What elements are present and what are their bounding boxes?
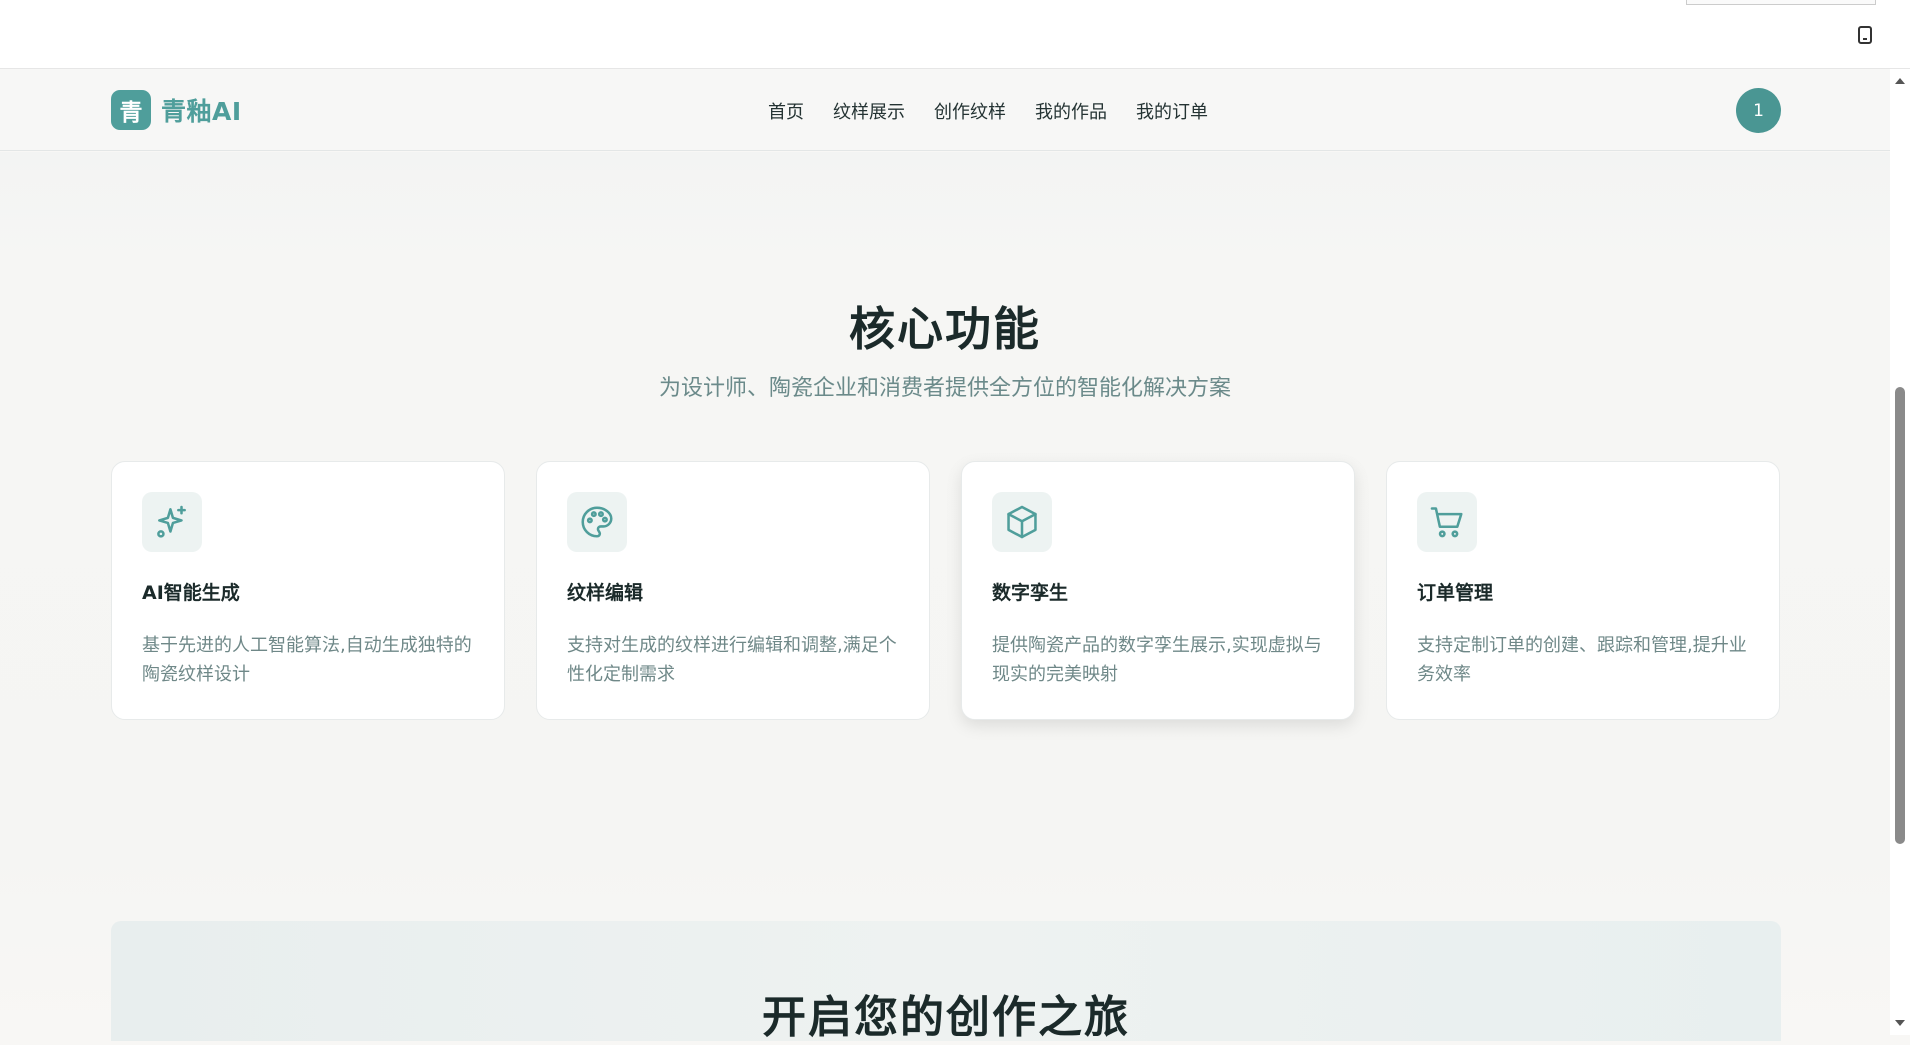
feature-card-title: 订单管理	[1417, 582, 1494, 604]
browser-top-bar	[0, 0, 1910, 69]
nav-item-pattern-gallery[interactable]: 纹样展示	[833, 98, 905, 124]
feature-cards: AI智能生成 基于先进的人工智能算法,自动生成独特的陶瓷纹样设计 纹样编辑 支持…	[111, 461, 1780, 720]
cube-icon	[992, 492, 1052, 552]
user-avatar[interactable]: 1	[1736, 88, 1781, 133]
feature-card-digital-twin[interactable]: 数字孪生 提供陶瓷产品的数字孪生展示,实现虚拟与现实的完美映射	[961, 461, 1355, 720]
feature-card-desc: 支持对生成的纹样进行编辑和调整,满足个性化定制需求	[567, 635, 897, 685]
feature-card-title: AI智能生成	[142, 582, 240, 604]
scroll-down-arrow-icon[interactable]	[1895, 1020, 1905, 1026]
site-header: 青 青釉AI 首页 纹样展示 创作纹样 我的作品 我的订单 1	[0, 69, 1890, 151]
logo-text: 青釉AI	[161, 97, 242, 126]
cta-banner: 开启您的创作之旅	[111, 921, 1781, 1043]
nav-item-my-orders[interactable]: 我的订单	[1136, 98, 1208, 124]
feature-card-title: 纹样编辑	[567, 582, 644, 604]
feature-card-desc: 支持定制订单的创建、跟踪和管理,提升业务效率	[1417, 635, 1747, 685]
features-subtitle: 为设计师、陶瓷企业和消费者提供全方位的智能化解决方案	[658, 376, 1231, 401]
logo-mark-icon: 青	[111, 90, 151, 130]
feature-card-desc: 基于先进的人工智能算法,自动生成独特的陶瓷纹样设计	[142, 635, 472, 685]
scrollbar-thumb[interactable]	[1895, 387, 1905, 844]
main-content: 核心功能 为设计师、陶瓷企业和消费者提供全方位的智能化解决方案 AI智能生成 基…	[0, 152, 1890, 1043]
feature-card-pattern-edit[interactable]: 纹样编辑 支持对生成的纹样进行编辑和调整,满足个性化定制需求	[536, 461, 930, 720]
palette-icon	[567, 492, 627, 552]
page-scrollbar[interactable]	[1890, 69, 1910, 1035]
browser-mini-toolbar[interactable]	[1686, 0, 1876, 5]
cta-title: 开启您的创作之旅	[762, 992, 1130, 1043]
nav-item-home[interactable]: 首页	[768, 98, 804, 124]
feature-card-ai-generate[interactable]: AI智能生成 基于先进的人工智能算法,自动生成独特的陶瓷纹样设计	[111, 461, 505, 720]
logo[interactable]: 青 青釉AI	[111, 90, 242, 130]
nav-item-create-pattern[interactable]: 创作纹样	[934, 98, 1006, 124]
scroll-up-arrow-icon[interactable]	[1895, 78, 1905, 84]
main-nav: 首页 纹样展示 创作纹样 我的作品 我的订单	[768, 98, 1208, 124]
feature-card-desc: 提供陶瓷产品的数字孪生展示,实现虚拟与现实的完美映射	[992, 635, 1322, 685]
sparkles-icon	[142, 492, 202, 552]
nav-item-my-works[interactable]: 我的作品	[1035, 98, 1107, 124]
device-toggle-icon[interactable]	[1858, 26, 1872, 44]
feature-card-order-management[interactable]: 订单管理 支持定制订单的创建、跟踪和管理,提升业务效率	[1386, 461, 1780, 720]
features-title: 核心功能	[849, 302, 1041, 356]
feature-card-title: 数字孪生	[992, 582, 1069, 604]
cart-icon	[1417, 492, 1477, 552]
